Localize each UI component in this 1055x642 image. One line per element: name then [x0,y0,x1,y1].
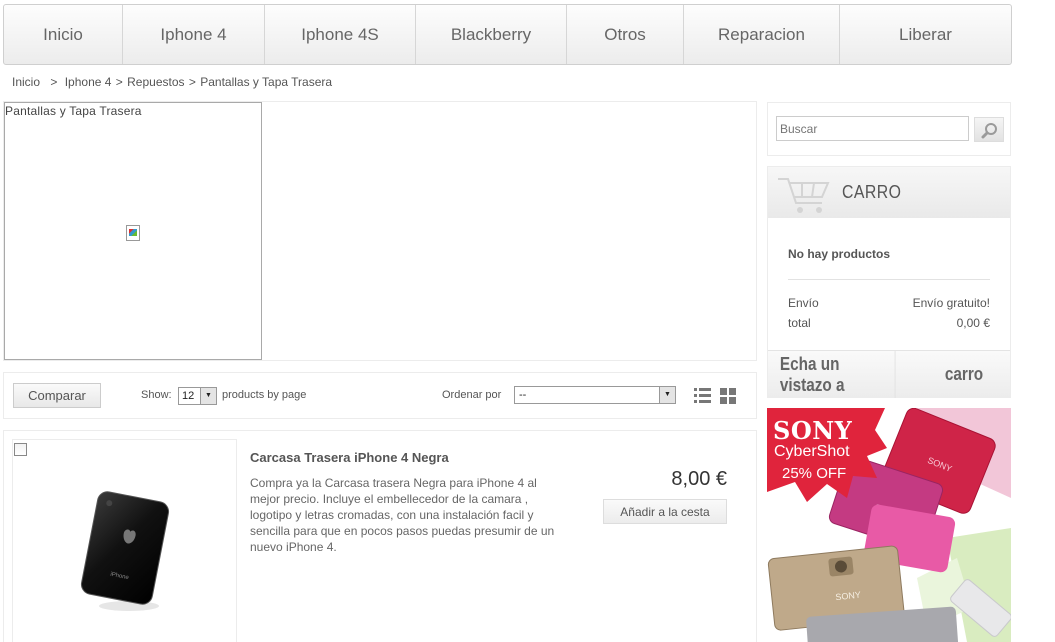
category-image: Pantallas y Tapa Trasera [4,102,262,360]
cart-total-row: total 0,00 € [788,316,990,330]
ad-discount: 25% OFF [782,465,847,482]
product-item: iPhone Carcasa Trasera iPhone 4 Negra Co… [3,430,757,642]
breadcrumb-current: Pantallas y Tapa Trasera [200,75,333,89]
order-label: Ordenar por [442,389,502,401]
breadcrumb-home[interactable]: Inicio [12,75,40,89]
cart-shipping-row: Envío Envío gratuito! [788,296,990,310]
sony-ad-banner[interactable]: SONY SONY SONY SONY CyberShot 25% OFF [767,408,1011,642]
cart-footer: Echa un vistazo a carro [768,350,1010,398]
shipping-label: Envío [788,296,819,310]
nav-item-liberar[interactable]: Liberar [840,5,1011,64]
view-cart-link[interactable]: Echa un vistazo a [768,351,896,398]
chevron-down-icon: ▼ [659,387,675,403]
chevron-down-icon: ▼ [200,388,216,404]
order-value: -- [519,389,527,401]
shipping-value: Envío gratuito! [912,296,990,310]
ad-brand: SONY [773,416,853,445]
per-page-value: 12 [182,390,195,402]
cart-title[interactable]: CARRO [842,182,901,203]
cart-block: CARRO No hay productos Envío Envío gratu… [767,166,1011,398]
search-input[interactable] [776,116,969,141]
total-value: 0,00 € [956,316,990,330]
cart-empty-text: No hay productos [788,247,891,261]
cart-icon [778,178,830,213]
product-title[interactable]: Carcasa Trasera iPhone 4 Negra [250,450,449,465]
order-select[interactable]: -- ▼ [514,386,676,404]
cart-link[interactable]: carro [925,351,1003,398]
iphone-back-image: iPhone [80,491,170,611]
category-header: Pantallas y Tapa Trasera [3,101,757,361]
per-page-suffix: products by page [222,389,307,401]
compare-checkbox[interactable] [14,443,27,456]
breadcrumb-item-repuestos[interactable]: Repuestos [127,75,184,89]
show-label: Show: [141,389,172,401]
product-description: Compra ya la Carcasa trasera Negra para … [250,476,555,554]
nav-item-reparacion[interactable]: Reparacion [684,5,840,64]
product-price: 8,00 € [671,468,727,490]
total-label: total [788,316,811,330]
category-image-alt-text: Pantallas y Tapa Trasera [5,104,142,118]
product-image[interactable]: iPhone [12,439,237,642]
nav-item-iphone-4[interactable]: Iphone 4 [123,5,265,64]
cart-divider [788,279,990,280]
grid-view-icon[interactable] [720,388,736,404]
breadcrumb: Inicio > Iphone 4 > Repuestos > Pantalla… [12,75,332,89]
list-view-icon[interactable] [694,388,711,403]
main-nav: Inicio Iphone 4 Iphone 4S Blackberry Otr… [3,4,1012,65]
breadcrumb-item-iphone-4[interactable]: Iphone 4 [65,75,112,89]
nav-item-iphone-4s[interactable]: Iphone 4S [265,5,416,64]
broken-image-icon [126,225,140,241]
add-to-cart-button[interactable]: Añadir a la cesta [603,499,727,524]
breadcrumb-sep: > [50,75,58,89]
nav-item-blackberry[interactable]: Blackberry [416,5,567,64]
breadcrumb-sep: > [115,75,123,89]
per-page-select[interactable]: 12 ▼ [178,387,217,405]
cart-header: CARRO [768,167,1010,218]
nav-item-inicio[interactable]: Inicio [4,5,123,64]
breadcrumb-sep: > [188,75,196,89]
nav-item-otros[interactable]: Otros [567,5,684,64]
product-toolbar: Comparar Show: 12 ▼ products by page Ord… [3,372,757,419]
search-block [767,102,1011,156]
ad-product-line: CyberShot [774,443,850,460]
compare-button[interactable]: Comparar [13,383,101,408]
search-icon [981,123,997,139]
search-button[interactable] [974,117,1004,142]
